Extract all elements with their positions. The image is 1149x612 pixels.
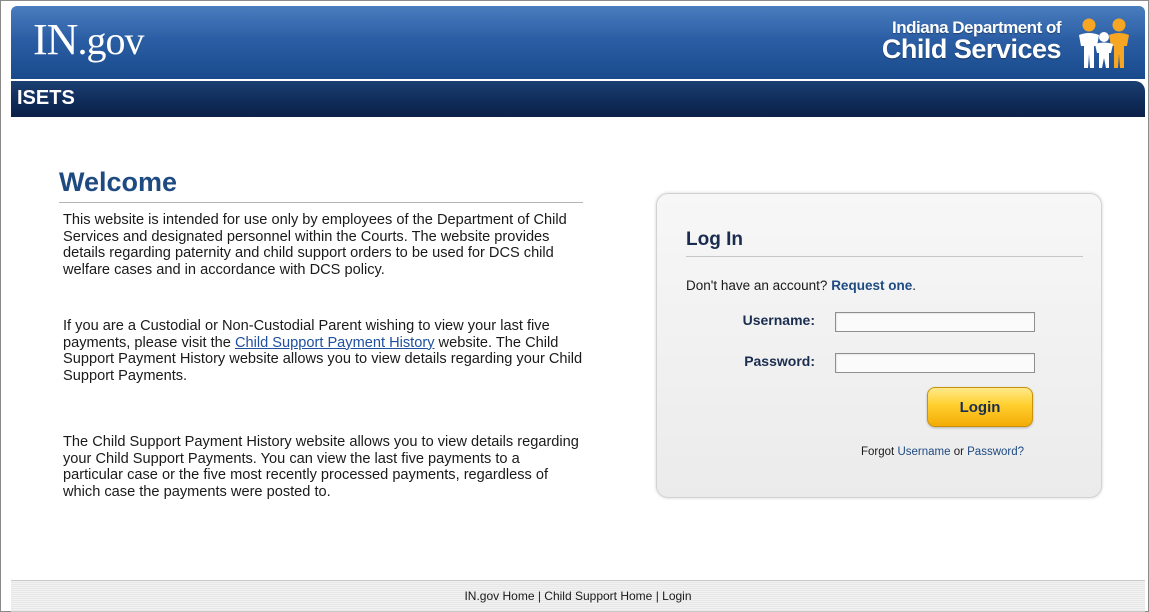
no-account-prefix: Don't have an account? [686, 278, 832, 293]
logo-suffix: .gov [77, 18, 144, 63]
login-button[interactable]: Login [927, 387, 1033, 427]
no-account-text: Don't have an account? Request one. [686, 278, 916, 293]
no-account-suffix: . [912, 278, 916, 293]
footer-separator: | [652, 589, 663, 603]
forgot-username-link[interactable]: Username [897, 446, 950, 458]
password-input[interactable] [835, 353, 1035, 373]
forgot-or: or [950, 446, 968, 458]
footer-login-link[interactable]: Login [662, 589, 691, 603]
password-label: Password: [744, 353, 815, 369]
agency-name: Indiana Department of Child Services [881, 19, 1062, 64]
login-title: Log In [686, 229, 743, 250]
footer-ingov-home-link[interactable]: IN.gov Home [464, 589, 534, 603]
main-content: Welcome This website is intended for use… [11, 118, 1145, 580]
request-account-link[interactable]: Request one [831, 278, 912, 293]
family-icon [1079, 18, 1129, 68]
forgot-prefix: Forgot [861, 446, 898, 458]
login-panel-inner: Log In Don't have an account? Request on… [667, 202, 1083, 489]
payment-history-paragraph: The Child Support Payment History websit… [63, 434, 579, 500]
username-input[interactable] [835, 312, 1035, 332]
username-label: Username: [742, 312, 815, 328]
site-footer: IN.gov Home | Child Support Home | Login [11, 580, 1145, 612]
payment-history-link[interactable]: Child Support Payment History [235, 335, 435, 351]
login-divider [686, 256, 1083, 257]
ingov-logo[interactable]: IN.gov [33, 15, 144, 64]
browser-frame: IN.gov Indiana Department of Child Servi… [0, 0, 1149, 612]
page-title: Welcome [59, 167, 178, 197]
intro-paragraph: This website is intended for use only by… [63, 212, 567, 278]
logo-main: IN [33, 15, 78, 64]
site-header: IN.gov Indiana Department of Child Servi… [11, 6, 1145, 79]
app-name: ISETS [17, 87, 75, 109]
app-title-bar: ISETS [11, 81, 1145, 117]
login-panel: Log In Don't have an account? Request on… [656, 193, 1102, 498]
forgot-credentials: Forgot Username or Password? [861, 446, 1024, 458]
footer-separator: | [534, 589, 545, 603]
title-divider [59, 202, 583, 203]
agency-line2: Child Services [881, 34, 1062, 64]
parent-info-paragraph: If you are a Custodial or Non-Custodial … [63, 318, 583, 384]
forgot-password-link[interactable]: Password? [967, 446, 1024, 458]
footer-child-support-home-link[interactable]: Child Support Home [544, 589, 652, 603]
